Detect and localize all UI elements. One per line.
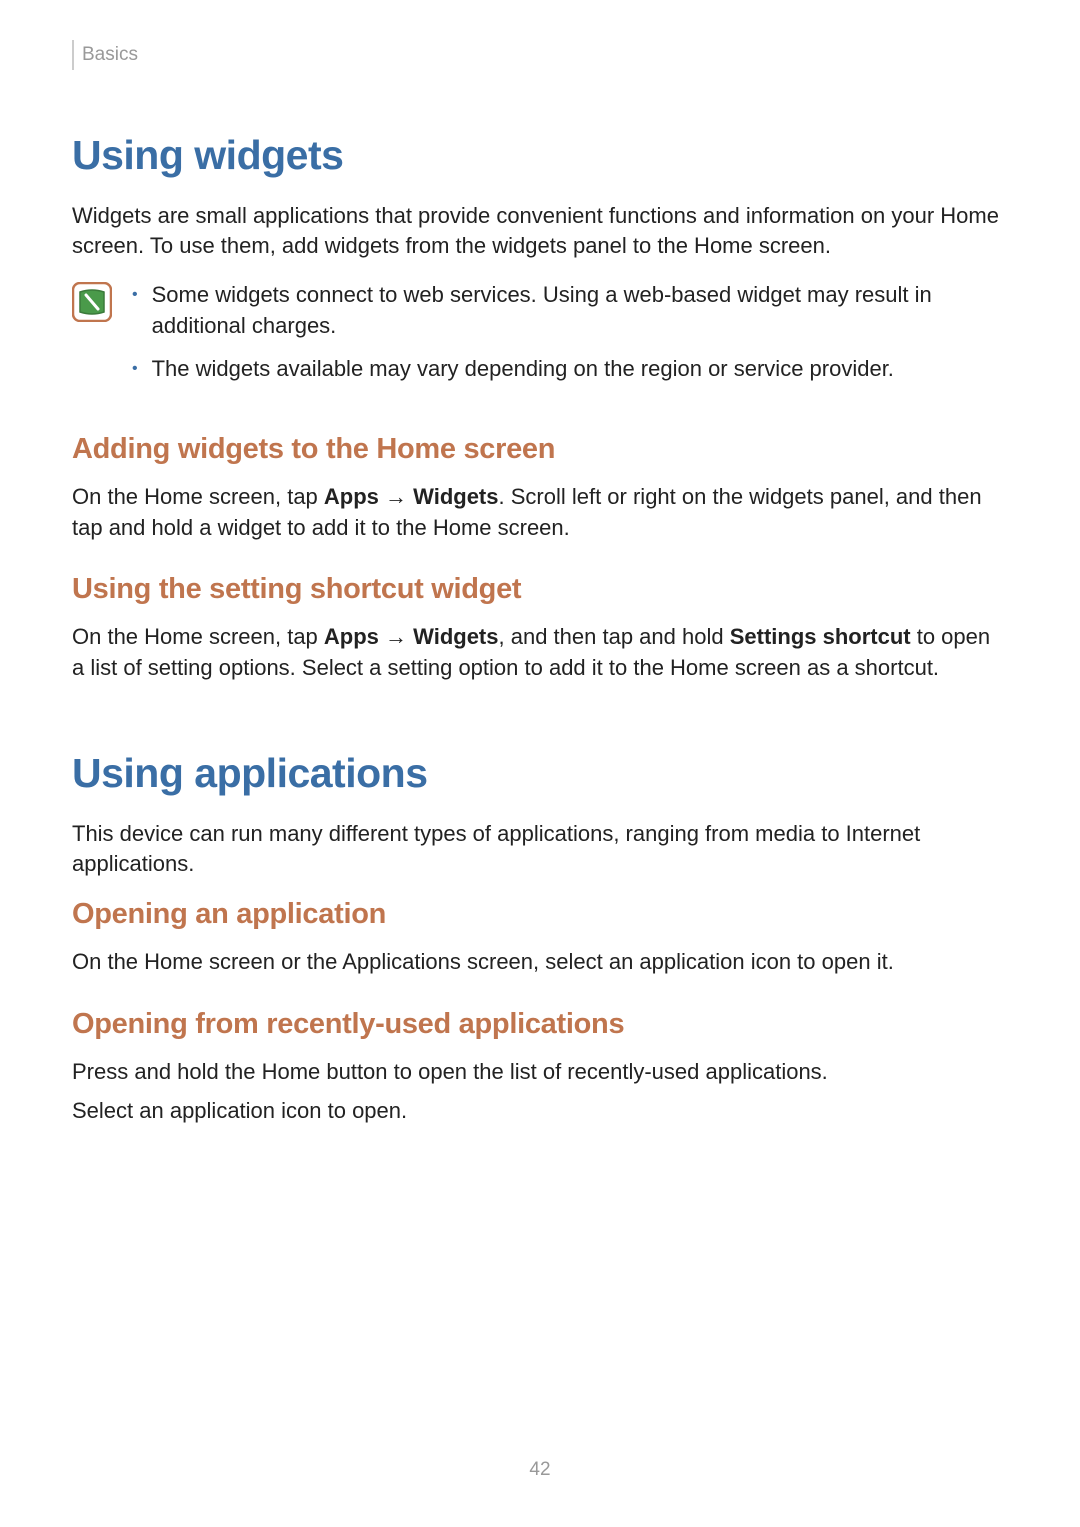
section-title-using-widgets: Using widgets (72, 132, 1008, 179)
intro-paragraph: This device can run many different types… (72, 819, 1008, 878)
note-list: • Some widgets connect to web services. … (132, 280, 1008, 396)
body-paragraph: On the Home screen, tap Apps → Widgets. … (72, 482, 1008, 544)
subsection-title-adding-widgets: Adding widgets to the Home screen (72, 433, 1008, 466)
section-title-using-applications: Using applications (72, 750, 1008, 797)
subsection-title-recently-used: Opening from recently-used applications (72, 1008, 1008, 1041)
body-paragraph: Press and hold the Home button to open t… (72, 1057, 1008, 1088)
body-paragraph: Select an application icon to open. (72, 1096, 1008, 1127)
note-text: The widgets available may vary depending… (152, 354, 894, 385)
body-paragraph: On the Home screen, tap Apps → Widgets, … (72, 622, 1008, 684)
body-paragraph: On the Home screen or the Applications s… (72, 947, 1008, 978)
bullet-icon: • (132, 280, 138, 342)
note-text: Some widgets connect to web services. Us… (152, 280, 1008, 342)
note-block: • Some widgets connect to web services. … (72, 280, 1008, 396)
page-number: 42 (0, 1459, 1080, 1481)
note-item: • The widgets available may vary dependi… (132, 354, 1008, 385)
subsection-title-opening-app: Opening an application (72, 898, 1008, 931)
note-item: • Some widgets connect to web services. … (132, 280, 1008, 342)
subsection-title-setting-shortcut: Using the setting shortcut widget (72, 573, 1008, 606)
note-icon (72, 282, 112, 322)
bullet-icon: • (132, 354, 138, 385)
breadcrumb: Basics (72, 40, 1008, 70)
intro-paragraph: Widgets are small applications that prov… (72, 201, 1008, 260)
